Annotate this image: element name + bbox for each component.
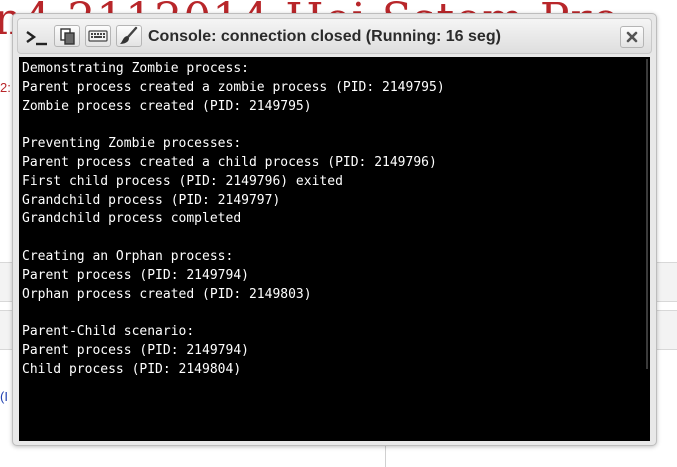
- console-scrollbar[interactable]: [646, 59, 648, 369]
- console-line: Child process (PID: 2149804): [22, 361, 242, 377]
- console-line: Preventing Zombie processes:: [22, 136, 242, 152]
- dialog-title: Console: connection closed (Running: 16 …: [148, 28, 501, 45]
- terminal-prompt-icon: [24, 25, 50, 49]
- console-line: Grandchild process completed: [22, 211, 242, 227]
- dialog-titlebar[interactable]: Console: connection closed (Running: 16 …: [17, 18, 652, 54]
- keyboard-button[interactable]: [85, 25, 111, 47]
- close-button[interactable]: [620, 26, 644, 48]
- console-output[interactable]: Demonstrating Zombie process: Parent pro…: [19, 57, 650, 441]
- console-line: First child process (PID: 2149796) exite…: [22, 173, 343, 189]
- console-line: Creating an Orphan process:: [22, 248, 234, 264]
- clear-button[interactable]: [116, 25, 142, 47]
- console-line: Parent-Child scenario:: [22, 324, 195, 340]
- console-line: Orphan process created (PID: 2149803): [22, 286, 312, 302]
- console-line: Parent process created a child process (…: [22, 154, 437, 170]
- console-line: Grandchild process (PID: 2149797): [22, 192, 281, 208]
- background-label: 2:: [0, 80, 11, 95]
- console-line: Parent process created a zombie process …: [22, 79, 445, 95]
- console-line: Zombie process created (PID: 2149795): [22, 98, 312, 114]
- console-line: Parent process (PID: 2149794): [22, 342, 249, 358]
- background-link: (I: [0, 389, 8, 404]
- copy-button[interactable]: [54, 25, 80, 47]
- console-line: Demonstrating Zombie process:: [22, 61, 249, 76]
- console-dialog: Console: connection closed (Running: 16 …: [12, 13, 657, 446]
- background-divider: [385, 445, 386, 467]
- console-line: Parent process (PID: 2149794): [22, 267, 249, 283]
